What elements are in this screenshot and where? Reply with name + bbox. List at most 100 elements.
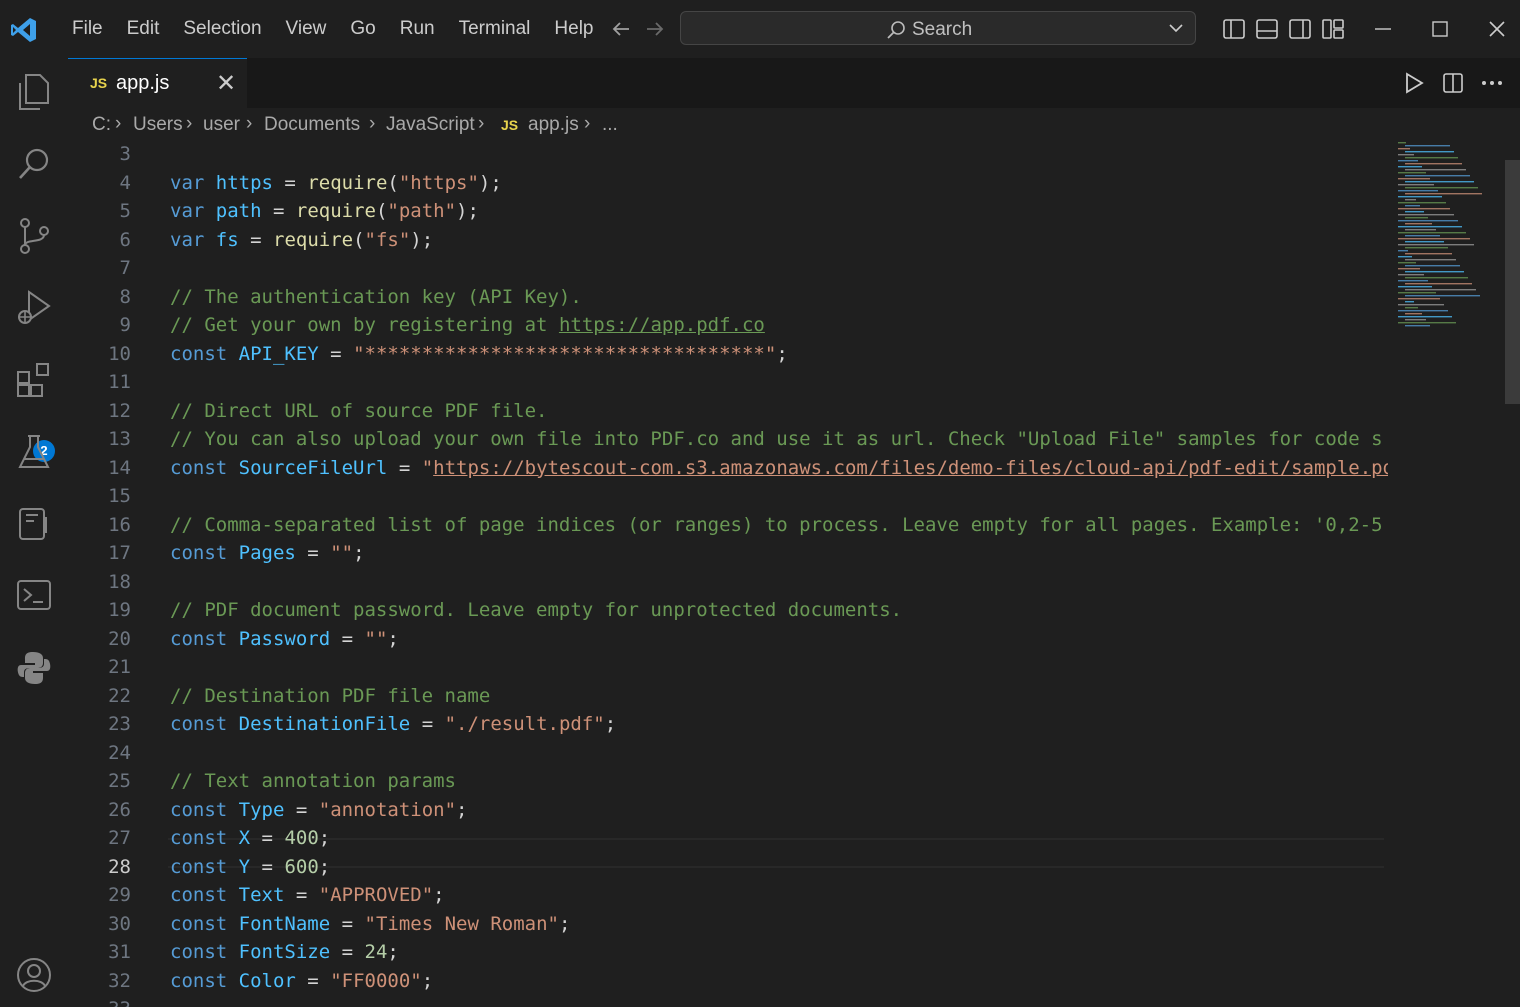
code-line[interactable]: 20 const Password = ""; [68,625,1388,653]
code-line[interactable]: 26 const Type = "annotation"; [68,796,1388,824]
code-line[interactable]: 28 const Y = 600; [68,853,1388,881]
code-line[interactable]: 9 // Get your own by registering at https… [68,311,1388,339]
toggle-panel-icon[interactable] [1255,18,1279,40]
minimap-line [1405,217,1428,219]
code-line[interactable]: 23 const DestinationFile = "./result.pdf"… [68,710,1388,738]
menu-terminal[interactable]: Terminal [447,0,543,58]
code-token: ( [387,171,399,194]
menu-help[interactable]: Help [542,0,605,58]
code-line[interactable]: 22 // Destination PDF file name [68,682,1388,710]
menu-go[interactable]: Go [338,0,387,58]
split-editor-icon[interactable] [1442,72,1464,94]
code-line[interactable]: 25 // Text annotation params [68,767,1388,795]
minimap-line [1405,295,1480,297]
code-token: https [215,171,273,194]
breadcrumb-file[interactable]: app.js [528,114,579,136]
source-control-icon[interactable] [12,214,56,258]
menu-selection[interactable]: Selection [171,0,273,58]
minimap-line [1405,199,1416,201]
forward-arrow-icon[interactable] [644,18,666,40]
python-icon[interactable] [12,646,56,690]
code-token: Text [238,884,285,906]
extensions-icon[interactable] [12,358,56,402]
code-line[interactable]: 16 // Comma-separated list of page indice… [68,511,1388,539]
minimap-line [1398,184,1434,186]
menu-edit[interactable]: Edit [115,0,172,58]
code-line[interactable]: 8 // The authentication key (API Key). [68,283,1388,311]
minimap-line [1398,220,1458,222]
code-line[interactable]: 15 [68,482,1388,510]
code-line[interactable]: 18 [68,568,1388,596]
code-token: const [170,969,228,992]
menu-bar: File Edit Selection View Go Run Terminal… [60,0,606,58]
code-token: = [295,542,331,564]
testing-icon[interactable] [12,430,56,474]
explorer-icon[interactable] [12,70,56,114]
code-token: = [250,827,285,849]
code-line[interactable]: 13 // You can also upload your own file i… [68,425,1388,453]
chevron-down-icon[interactable] [1167,19,1185,37]
toggle-secondary-sidebar-icon[interactable] [1288,18,1312,40]
code-line[interactable]: 11 [68,368,1388,396]
menu-run[interactable]: Run [388,0,447,58]
window-close-icon[interactable] [1488,20,1506,38]
code-line[interactable]: 7 [68,254,1388,282]
breadcrumb-users[interactable]: Users [133,114,183,136]
more-actions-icon[interactable] [1480,72,1504,94]
run-file-icon[interactable] [1404,72,1424,94]
code-line[interactable]: 5 var path = require("path"); [68,197,1388,225]
breadcrumb-javascript[interactable]: JavaScript [386,114,475,136]
breadcrumb-user[interactable]: user [203,114,240,136]
code-line[interactable]: 24 [68,739,1388,767]
code-line[interactable]: 29 const Text = "APPROVED"; [68,881,1388,909]
code-line[interactable]: 27 const X = 400; [68,824,1388,852]
code-line[interactable]: 14 const SourceFileUrl = "https://bytesco… [68,454,1388,482]
line-number: 9 [119,314,131,336]
minimap-line [1398,196,1442,198]
line-code: const Y = 600; [170,853,1388,881]
maximize-icon[interactable] [1432,21,1448,37]
search-view-icon[interactable] [12,142,56,186]
code-token: ); [478,171,502,194]
breadcrumb-drive[interactable]: C: [92,114,111,136]
breadcrumb-documents[interactable]: Documents [264,114,360,136]
vertical-scrollbar-thumb[interactable] [1505,160,1520,404]
code-editor[interactable]: 3 4 var https = require("https"); 5 var path… [68,144,1520,1007]
tab-close-icon[interactable]: ✕ [216,69,236,98]
code-line[interactable]: 30 const FontName = "Times New Roman"; [68,910,1388,938]
command-center-search[interactable]: Search [680,11,1196,45]
code-token: // Text annotation params [170,770,456,792]
code-line[interactable]: 17 const Pages = ""; [68,539,1388,567]
minimap-line [1405,211,1424,213]
code-line[interactable]: 3 [68,144,1388,168]
tab-app-js[interactable]: JS app.js ✕ [68,58,247,108]
back-arrow-icon[interactable] [610,18,632,40]
accounts-icon[interactable] [12,953,56,997]
menu-file[interactable]: File [60,0,115,58]
terminal-view-icon[interactable] [12,574,56,618]
code-line[interactable]: 33 [68,995,1388,1007]
breadcrumb-symbols[interactable]: ... [602,114,618,136]
remote-explorer-icon[interactable] [12,502,56,546]
minimap[interactable] [1396,140,1506,340]
code-line[interactable]: 31 const FontSize = 24; [68,938,1388,966]
minimize-icon[interactable] [1374,22,1392,36]
code-line[interactable]: 6 var fs = require("fs"); [68,226,1388,254]
run-and-debug-icon[interactable] [12,286,56,330]
menu-view[interactable]: View [274,0,339,58]
code-line[interactable]: 21 [68,653,1388,681]
code-line[interactable]: 10 const API_KEY = "*********************… [68,340,1388,368]
vscode-logo-icon[interactable] [10,16,38,44]
code-line[interactable]: 19 // PDF document password. Leave empty … [68,596,1388,624]
code-line[interactable]: 32 const Color = "FF0000"; [68,967,1388,995]
toggle-primary-sidebar-icon[interactable] [1222,18,1246,40]
code-line[interactable]: 12 // Direct URL of source PDF file. [68,397,1388,425]
customize-layout-icon[interactable] [1321,18,1345,40]
minimap-line [1398,292,1436,294]
line-number: 23 [108,713,131,735]
minimap-line [1405,247,1448,249]
code-line[interactable]: 4 var https = require("https"); [68,169,1388,197]
